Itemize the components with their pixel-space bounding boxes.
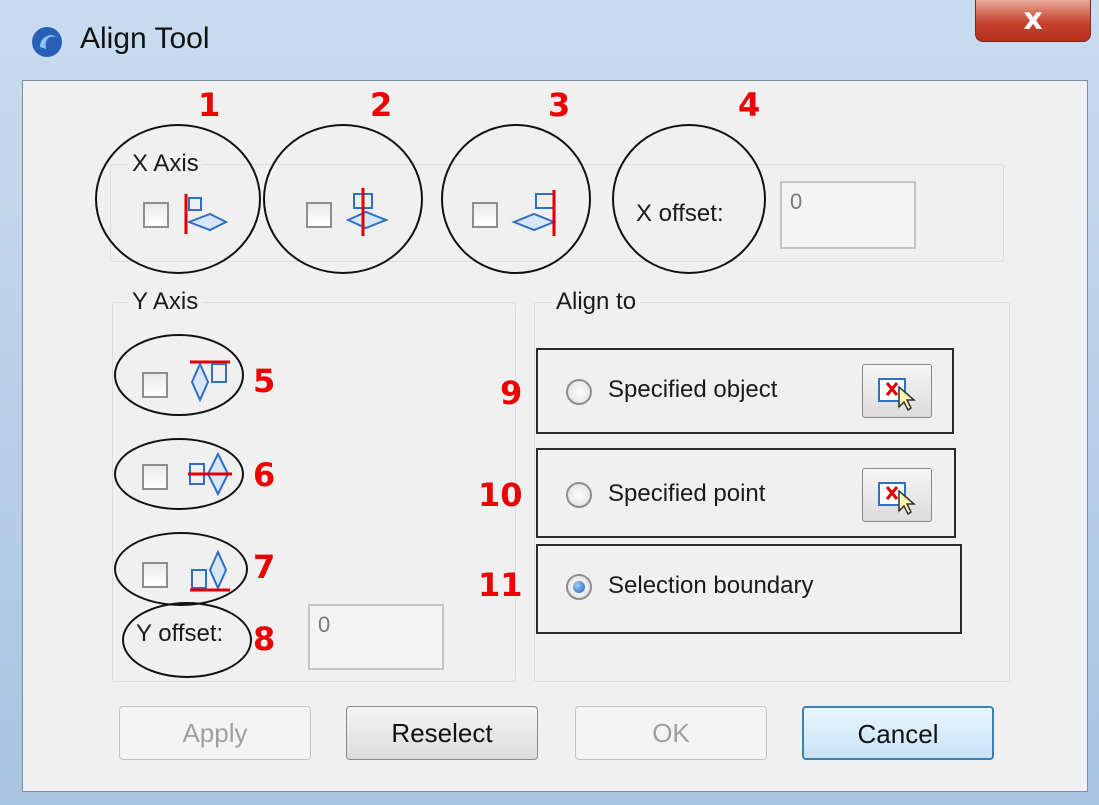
pick-object-icon (878, 378, 917, 411)
apply-button[interactable]: Apply (119, 706, 311, 760)
annotation-circle-2 (263, 124, 423, 274)
reselect-button[interactable]: Reselect (346, 706, 538, 760)
annotation-oval-7 (114, 532, 248, 606)
annotation-number-8: 8 (253, 620, 276, 658)
annotation-number-5: 5 (253, 362, 276, 400)
annotation-number-11: 11 (478, 566, 523, 604)
annotation-number-6: 6 (253, 456, 276, 494)
title-bar[interactable]: Align Tool x (0, 0, 1099, 78)
pick-object-button[interactable] (862, 364, 932, 418)
y-offset-input[interactable]: 0 (308, 604, 444, 670)
annotation-number-9: 9 (500, 374, 523, 412)
close-button[interactable]: x (975, 0, 1091, 42)
annotation-circle-4 (612, 124, 766, 274)
annotation-oval-5 (114, 334, 244, 416)
close-icon: x (1023, 2, 1043, 37)
pick-point-button[interactable] (862, 468, 932, 522)
x-offset-input[interactable]: 0 (780, 181, 916, 249)
align-tool-window: Align Tool x X Axis X offset: 0 1 2 3 4 … (0, 0, 1099, 805)
annotation-number-3: 3 (548, 86, 571, 124)
specified-point-label: Specified point (608, 480, 766, 507)
annotation-number-4: 4 (738, 86, 761, 124)
ok-button[interactable]: OK (575, 706, 767, 760)
annotation-number-7: 7 (253, 548, 276, 586)
annotation-oval-8 (122, 602, 252, 678)
specified-object-label: Specified object (608, 376, 778, 403)
y-axis-label: Y Axis (128, 288, 203, 316)
annotation-oval-6 (114, 438, 244, 510)
window-title: Align Tool (80, 22, 210, 55)
annotation-number-10: 10 (478, 476, 523, 514)
annotation-circle-1 (95, 124, 261, 274)
align-to-label: Align to (552, 288, 641, 316)
specified-object-radio[interactable] (566, 379, 592, 405)
annotation-number-2: 2 (370, 86, 393, 124)
specified-point-radio[interactable] (566, 482, 592, 508)
annotation-circle-3 (441, 124, 591, 274)
selection-boundary-label: Selection boundary (608, 572, 814, 599)
cancel-button[interactable]: Cancel (802, 706, 994, 760)
selection-boundary-radio[interactable] (566, 574, 592, 600)
app-logo-icon (32, 27, 62, 57)
annotation-number-1: 1 (198, 86, 221, 124)
pick-point-icon (878, 482, 917, 515)
